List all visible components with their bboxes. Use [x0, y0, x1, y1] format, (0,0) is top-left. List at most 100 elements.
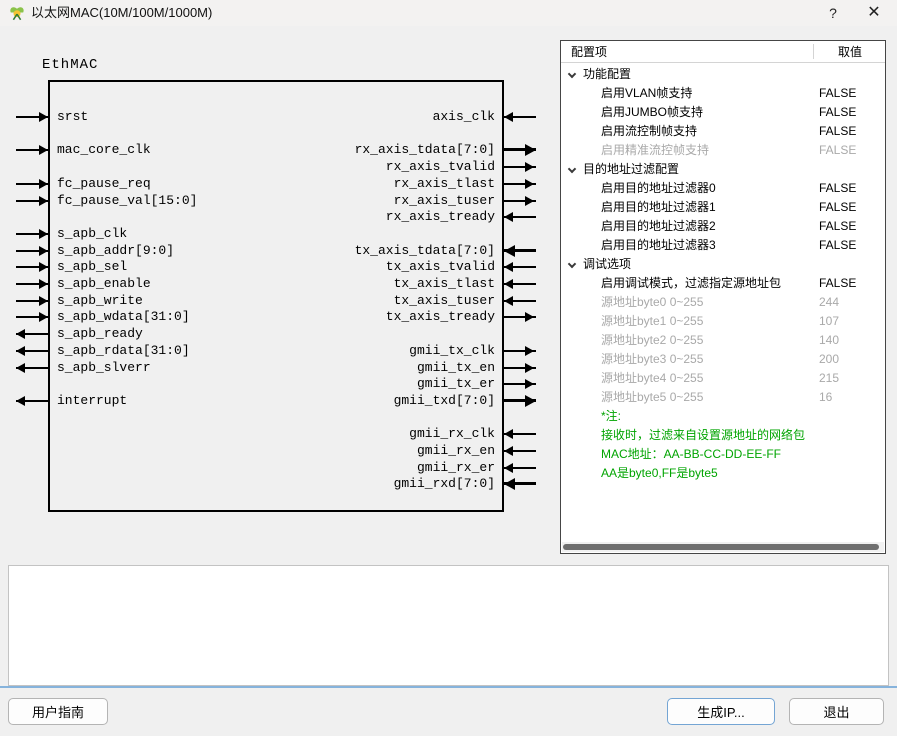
- config-item-row[interactable]: 源地址byte0 0~255 244: [561, 293, 885, 312]
- port-gmii-tx-clk: gmii_tx_clk: [0, 343, 560, 359]
- config-row-label: 功能配置: [583, 65, 631, 84]
- config-row-label: 启用目的地址过滤器0: [601, 179, 716, 198]
- port-tx-axis-tuser: tx_axis_tuser: [0, 293, 560, 309]
- config-panel: 配置项 取值 功能配置启用VLAN帧支持 FALSE 启用JUMBO帧支持 FALSE…: [560, 40, 886, 554]
- port-rx-axis-tuser: rx_axis_tuser: [0, 193, 560, 209]
- output-arrow-icon: [525, 363, 534, 373]
- config-item-row[interactable]: 启用VLAN帧支持 FALSE: [561, 84, 885, 103]
- config-row-value[interactable]: 16: [819, 388, 832, 407]
- config-item-row[interactable]: 启用目的地址过滤器2 FALSE: [561, 217, 885, 236]
- port-label: gmii_txd[7:0]: [394, 393, 495, 409]
- config-item-row[interactable]: 启用精准流控帧支持 FALSE: [561, 141, 885, 160]
- config-row-label: 目的地址过滤配置: [583, 160, 679, 179]
- input-arrow-icon: [504, 478, 515, 490]
- config-tree: 功能配置启用VLAN帧支持FALSE启用JUMBO帧支持FALSE启用流控制帧支…: [561, 65, 885, 483]
- config-row-label: 启用目的地址过滤器2: [601, 217, 716, 236]
- generate-ip-button[interactable]: 生成IP...: [667, 698, 775, 725]
- chevron-down-icon[interactable]: [568, 70, 576, 78]
- config-row-value[interactable]: 244: [819, 293, 839, 312]
- user-guide-button[interactable]: 用户指南: [8, 698, 108, 725]
- port-label: rx_axis_tready: [386, 209, 495, 225]
- output-arrow-icon: [16, 329, 25, 339]
- config-row-label: AA是byte0,FF是byte5: [601, 464, 718, 483]
- output-arrow-icon: [525, 395, 536, 407]
- config-item-row[interactable]: 启用目的地址过滤器1FALSE: [561, 198, 885, 217]
- config-item-row[interactable]: 源地址byte2 0~255 140: [561, 331, 885, 350]
- config-row-label: 启用调试模式，过滤指定源地址包: [601, 274, 781, 293]
- config-item-row[interactable]: 启用流控制帧支持 FALSE: [561, 122, 885, 141]
- config-row-label: 源地址byte5 0~255: [601, 388, 703, 407]
- column-divider: [813, 44, 814, 59]
- config-row-label: 源地址byte0 0~255: [601, 293, 703, 312]
- input-arrow-icon: [504, 429, 513, 439]
- config-row-value[interactable]: FALSE: [819, 236, 856, 255]
- port-tx-axis-tdata-7-0: tx_axis_tdata[7:0]: [0, 243, 560, 259]
- config-item-row[interactable]: 启用调试模式，过滤指定源地址包 FALSE: [561, 274, 885, 293]
- config-row-value[interactable]: 107: [819, 312, 839, 331]
- port-label: gmii_rx_en: [417, 443, 495, 459]
- exit-button[interactable]: 退出: [789, 698, 884, 725]
- port-axis-clk: axis_clk: [0, 109, 560, 125]
- port-gmii-tx-er: gmii_tx_er: [0, 376, 560, 392]
- column-header-config-item: 配置项: [571, 41, 607, 63]
- horizontal-scrollbar[interactable]: [562, 542, 884, 552]
- column-header-value: 取值: [838, 41, 862, 63]
- config-item-row[interactable]: 启用目的地址过滤器3FALSE: [561, 236, 885, 255]
- config-row-label: 源地址byte2 0~255: [601, 331, 703, 350]
- config-row-value[interactable]: FALSE: [819, 217, 856, 236]
- port-tx-axis-tlast: tx_axis_tlast: [0, 276, 560, 292]
- config-row-value[interactable]: FALSE: [819, 122, 856, 141]
- port-label: gmii_rx_er: [417, 460, 495, 476]
- config-row-label: 启用VLAN帧支持: [601, 84, 692, 103]
- config-row-value[interactable]: 140: [819, 331, 839, 350]
- port-label: gmii_rx_clk: [409, 426, 495, 442]
- config-row-label: *注:: [601, 407, 621, 426]
- config-item-row[interactable]: 源地址byte5 0~255 16: [561, 388, 885, 407]
- output-arrow-icon: [525, 162, 534, 172]
- config-item-row[interactable]: 启用目的地址过滤器0 FALSE: [561, 179, 885, 198]
- config-group-row[interactable]: 调试选项: [561, 255, 885, 274]
- config-item-row[interactable]: 启用JUMBO帧支持 FALSE: [561, 103, 885, 122]
- port-gmii-rxd-7-0: gmii_rxd[7:0]: [0, 476, 560, 492]
- config-row-value[interactable]: FALSE: [819, 141, 856, 160]
- scrollbar-thumb[interactable]: [563, 544, 879, 550]
- input-arrow-icon: [504, 212, 513, 222]
- config-item-row[interactable]: 源地址byte1 0~255107: [561, 312, 885, 331]
- config-row-value[interactable]: FALSE: [819, 84, 856, 103]
- config-group-row[interactable]: 目的地址过滤配置: [561, 160, 885, 179]
- port-label: tx_axis_tlast: [394, 276, 495, 292]
- config-row-label: 启用精准流控帧支持: [601, 141, 709, 160]
- config-item-row[interactable]: 源地址byte3 0~255 200: [561, 350, 885, 369]
- port-s-apb-clk: s_apb_clk: [0, 226, 560, 242]
- port-label: tx_axis_tuser: [394, 293, 495, 309]
- config-note-row: 接收时，过滤来自设置源地址的网络包: [561, 426, 885, 445]
- output-arrow-icon: [525, 346, 534, 356]
- port-s-apb-ready: s_apb_ready: [0, 326, 560, 342]
- port-label: gmii_tx_er: [417, 376, 495, 392]
- config-row-value[interactable]: FALSE: [819, 198, 856, 217]
- config-row-value[interactable]: FALSE: [819, 179, 856, 198]
- port-label: gmii_tx_clk: [409, 343, 495, 359]
- port-rx-axis-tvalid: rx_axis_tvalid: [0, 159, 560, 175]
- config-row-value[interactable]: FALSE: [819, 103, 856, 122]
- port-gmii-rx-en: gmii_rx_en: [0, 443, 560, 459]
- config-row-value[interactable]: 215: [819, 369, 839, 388]
- config-row-value[interactable]: FALSE: [819, 274, 856, 293]
- config-row-label: 启用流控制帧支持: [601, 122, 697, 141]
- chevron-down-icon[interactable]: [568, 165, 576, 173]
- config-group-row[interactable]: 功能配置: [561, 65, 885, 84]
- config-item-row[interactable]: 源地址byte4 0~255215: [561, 369, 885, 388]
- config-row-label: 启用JUMBO帧支持: [601, 103, 703, 122]
- app-window: 以太网MAC(10M/100M/1000M) ? ✕ EthMAC srstma…: [0, 0, 897, 736]
- port-label: tx_axis_tready: [386, 309, 495, 325]
- chevron-down-icon[interactable]: [568, 260, 576, 268]
- config-row-label: MAC地址：AA-BB-CC-DD-EE-FF: [601, 445, 781, 464]
- port-label: rx_axis_tdata[7:0]: [355, 142, 495, 158]
- port-label: s_apb_clk: [57, 226, 127, 242]
- input-arrow-icon: [504, 279, 513, 289]
- input-arrow-icon: [504, 446, 513, 456]
- config-row-label: 源地址byte3 0~255: [601, 350, 703, 369]
- output-arrow-icon: [525, 312, 534, 322]
- log-area[interactable]: [8, 565, 889, 686]
- config-row-value[interactable]: 200: [819, 350, 839, 369]
